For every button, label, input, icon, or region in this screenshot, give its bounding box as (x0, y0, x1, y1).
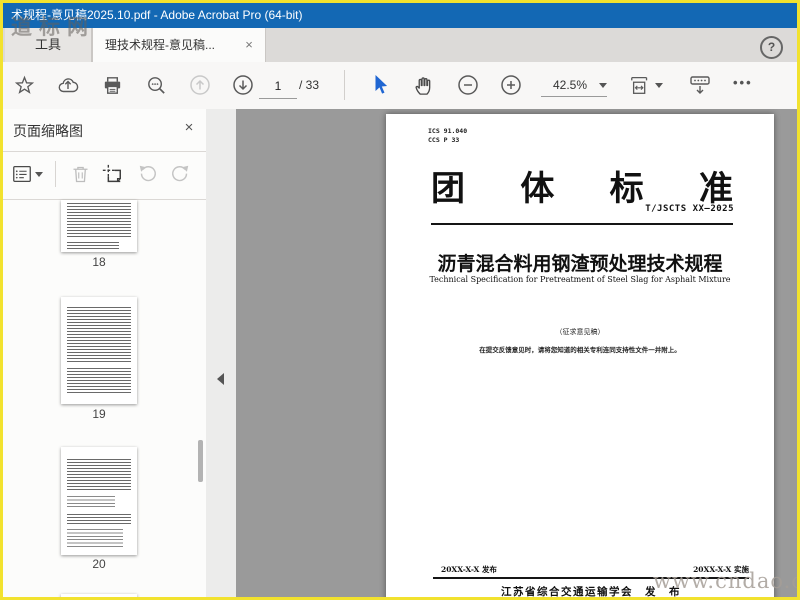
toolbar-divider (344, 70, 345, 100)
page-thumbnails-panel: 页面缩略图 × 18 19 20 (3, 109, 207, 597)
zoom-level-value: 42.5% (552, 78, 588, 92)
document-title-cn: 沥青混合料用钢渣预处理技术规程 (437, 253, 723, 275)
fit-width-icon[interactable] (629, 72, 663, 98)
thumbnail-text-lines (67, 242, 119, 249)
search-icon[interactable] (143, 72, 169, 98)
panel-splitter[interactable] (206, 109, 237, 597)
thumbnail-label: 19 (92, 407, 106, 421)
page-thumbnail-partial[interactable] (61, 594, 137, 597)
issue-date: 20XX-X-X 发布 (441, 565, 497, 574)
select-tool-icon[interactable] (367, 72, 393, 98)
tab-document-label: 理技术规程-意见稿... (105, 38, 215, 52)
window-title: 术规程-意见稿2025.10.pdf - Adobe Acrobat Pro (… (11, 8, 303, 22)
panel-divider (3, 151, 206, 152)
thumbnail-text-lines (67, 459, 131, 491)
thumbnail-text-lines (67, 368, 131, 394)
help-icon[interactable]: ? (760, 36, 783, 59)
header-rule (431, 223, 733, 225)
thumbnail-label: 20 (92, 557, 106, 571)
chevron-down-icon (35, 171, 43, 177)
footer-rule (433, 577, 749, 579)
share-cloud-icon[interactable] (55, 72, 81, 98)
zoom-out-icon[interactable] (455, 72, 481, 98)
main-toolbar: / 33 42.5% ••• (3, 62, 797, 110)
thumbnail-options-icon[interactable] (9, 161, 45, 187)
page-thumbnail-18[interactable] (61, 200, 137, 252)
panel-scrollbar-thumb[interactable] (198, 440, 203, 482)
thumbnail-text-lines (67, 496, 115, 509)
draft-note: （征求意见稿） (555, 328, 605, 336)
print-icon[interactable] (99, 72, 125, 98)
thumbnail-text-lines (67, 307, 131, 363)
document-title-en: Technical Specification for Pretreatment… (429, 275, 731, 284)
delete-pages-icon[interactable] (67, 161, 93, 187)
window-titlebar[interactable]: 术规程-意见稿2025.10.pdf - Adobe Acrobat Pro (… (3, 3, 797, 28)
hand-tool-icon[interactable] (411, 72, 437, 98)
favorites-star-icon[interactable] (11, 72, 37, 98)
standard-type-heading: 团 体 标 准 (431, 169, 733, 209)
next-page-icon[interactable] (230, 72, 256, 98)
chevron-down-icon (655, 82, 663, 88)
acrobat-window: 术规程-意见稿2025.10.pdf - Adobe Acrobat Pro (… (0, 0, 800, 600)
collapse-panel-icon[interactable] (217, 373, 224, 385)
rotate-clockwise-icon[interactable] (167, 161, 193, 187)
tab-bar: 工具 理技术规程-意见稿... × ? (3, 28, 797, 62)
ics-code: ICS 91.040 CCS P 33 (428, 127, 468, 144)
document-viewer[interactable]: ICS 91.040 CCS P 33 团 体 标 准 T/JSCTS XX—2… (236, 109, 797, 597)
page-thumbnail-20[interactable] (61, 447, 137, 555)
page-total-label: / 33 (299, 78, 320, 92)
chevron-down-icon (599, 82, 607, 88)
panel-toolbar-divider (55, 161, 56, 187)
tab-tools-label: 工具 (34, 37, 61, 52)
rotate-counterclockwise-icon[interactable] (135, 161, 161, 187)
patent-note: 在提交反馈意见时，请将您知道的相关专利连同支持性文件一并附上。 (479, 346, 681, 354)
close-tab-icon[interactable]: × (241, 28, 257, 62)
page-thumbnail-19[interactable] (61, 297, 137, 404)
pdf-page: ICS 91.040 CCS P 33 团 体 标 准 T/JSCTS XX—2… (386, 114, 774, 597)
thumbnail-text-lines (67, 529, 123, 547)
crop-pages-icon[interactable] (99, 161, 125, 187)
standard-number: T/JSCTS XX—2025 (645, 204, 734, 214)
thumbnail-text-lines (67, 514, 131, 524)
hide-toolbar-icon[interactable] (687, 72, 713, 98)
implement-date: 20XX-X-X 实施 (693, 565, 749, 574)
zoom-in-icon[interactable] (498, 72, 524, 98)
page-number-input[interactable] (259, 74, 297, 99)
publisher-line: 江苏省综合交通运输学会 发 布 (501, 586, 681, 597)
thumbnail-label: 18 (92, 255, 106, 269)
previous-page-icon[interactable] (187, 72, 213, 98)
more-tools-icon[interactable]: ••• (733, 75, 753, 90)
date-row: 20XX-X-X 发布 20XX-X-X 实施 (441, 564, 749, 575)
tab-document[interactable]: 理技术规程-意见稿... × (92, 28, 266, 62)
panel-title: 页面缩略图 (13, 123, 83, 139)
close-panel-icon[interactable]: × (180, 119, 198, 137)
zoom-level-dropdown[interactable]: 42.5% (541, 74, 607, 97)
thumbnail-text-lines (67, 203, 131, 237)
tab-tools[interactable]: 工具 (5, 28, 92, 62)
